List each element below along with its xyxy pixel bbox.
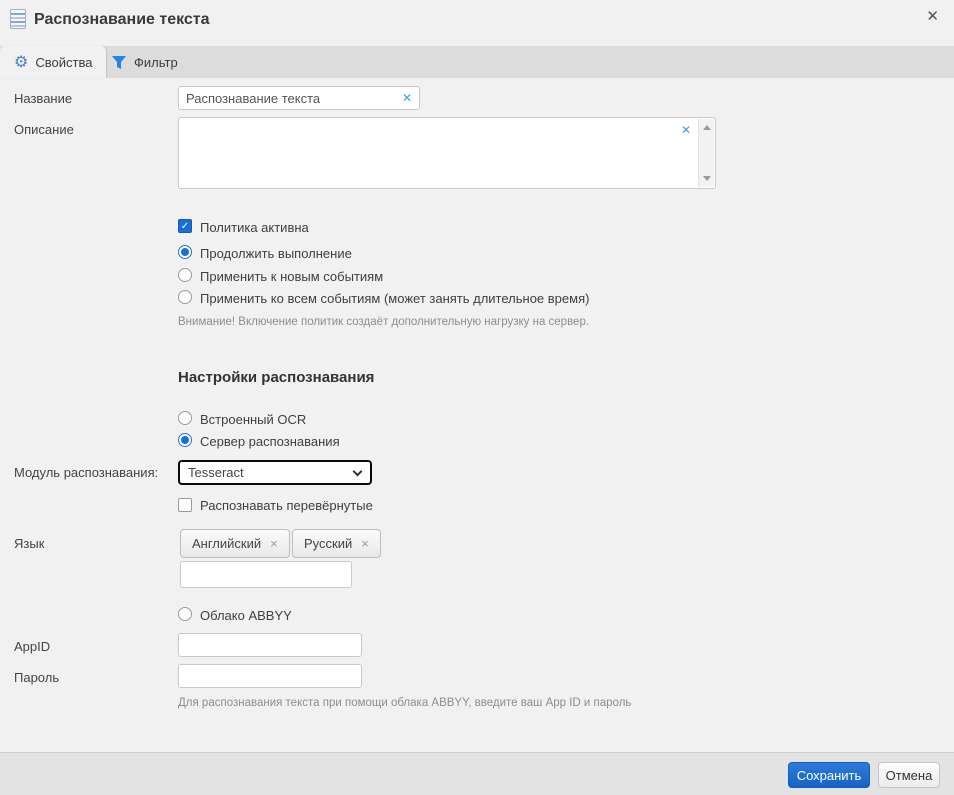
- language-input[interactable]: [180, 561, 352, 588]
- radio-builtin-ocr[interactable]: [178, 411, 192, 425]
- language-tag-english-label: Английский: [192, 536, 261, 551]
- policy-warning: Внимание! Включение политик создаёт допо…: [178, 316, 589, 328]
- description-label: Описание: [14, 122, 74, 137]
- dialog-header: Распознавание текста ✕: [0, 0, 954, 46]
- radio-abbyy-cloud-label: Облако ABBYY: [200, 608, 292, 623]
- tab-properties[interactable]: ⚙ Свойства: [0, 46, 106, 78]
- rotated-label: Распознавать перевёрнутые: [200, 498, 373, 513]
- language-tag-russian[interactable]: Русский ×: [292, 529, 381, 558]
- abbyy-hint: Для распознавания текста при помощи обла…: [178, 697, 631, 709]
- radio-abbyy-cloud[interactable]: [178, 607, 192, 621]
- password-label: Пароль: [14, 670, 59, 685]
- module-select-value: Tesseract: [188, 465, 244, 480]
- radio-builtin-ocr-label: Встроенный OCR: [200, 412, 306, 427]
- tab-filter[interactable]: Фильтр: [97, 46, 192, 78]
- radio-apply-new[interactable]: [178, 268, 192, 282]
- gear-icon: ⚙: [14, 54, 28, 70]
- radio-apply-all[interactable]: [178, 290, 192, 304]
- tab-bar: ⚙ Свойства Фильтр: [0, 46, 954, 78]
- scroll-up-icon[interactable]: [703, 125, 711, 130]
- tab-filter-label: Фильтр: [134, 55, 178, 70]
- section-title: Настройки распознавания: [178, 369, 374, 386]
- description-textarea[interactable]: ✕: [178, 117, 716, 189]
- cancel-button[interactable]: Отмена: [878, 762, 940, 788]
- save-button[interactable]: Сохранить: [788, 762, 870, 788]
- language-label: Язык: [14, 536, 44, 551]
- clear-description-icon[interactable]: ✕: [681, 123, 691, 137]
- chevron-down-icon: [353, 467, 363, 477]
- rotated-checkbox[interactable]: [178, 498, 192, 512]
- policy-document-icon: [10, 9, 26, 29]
- clear-name-icon[interactable]: ✕: [402, 91, 412, 105]
- appid-label: AppID: [14, 639, 50, 654]
- scrollbar[interactable]: [698, 119, 714, 187]
- radio-server[interactable]: [178, 433, 192, 447]
- scroll-down-icon[interactable]: [703, 176, 711, 181]
- language-tag-russian-label: Русский: [304, 536, 352, 551]
- dialog-footer: Сохранить Отмена: [0, 752, 954, 795]
- module-label: Модуль распознавания:: [14, 465, 158, 480]
- close-icon[interactable]: ✕: [921, 4, 944, 28]
- module-select[interactable]: Tesseract: [178, 460, 372, 485]
- remove-tag-icon[interactable]: ×: [270, 536, 278, 551]
- radio-apply-new-label: Применить к новым событиям: [200, 269, 383, 284]
- name-input[interactable]: [178, 86, 420, 110]
- tab-properties-label: Свойства: [35, 55, 92, 70]
- radio-apply-all-label: Применить ко всем событиям (может занять…: [200, 291, 589, 306]
- language-tag-english[interactable]: Английский ×: [180, 529, 290, 558]
- radio-server-label: Сервер распознавания: [200, 434, 340, 449]
- funnel-icon: [111, 55, 127, 70]
- policy-active-label: Политика активна: [200, 220, 309, 235]
- dialog-title: Распознавание текста: [34, 11, 210, 29]
- password-input[interactable]: [178, 664, 362, 688]
- appid-input[interactable]: [178, 633, 362, 657]
- name-label: Название: [14, 91, 72, 106]
- radio-continue[interactable]: [178, 245, 192, 259]
- policy-active-checkbox[interactable]: ✓: [178, 219, 192, 233]
- radio-continue-label: Продолжить выполнение: [200, 246, 352, 261]
- remove-tag-icon[interactable]: ×: [361, 536, 369, 551]
